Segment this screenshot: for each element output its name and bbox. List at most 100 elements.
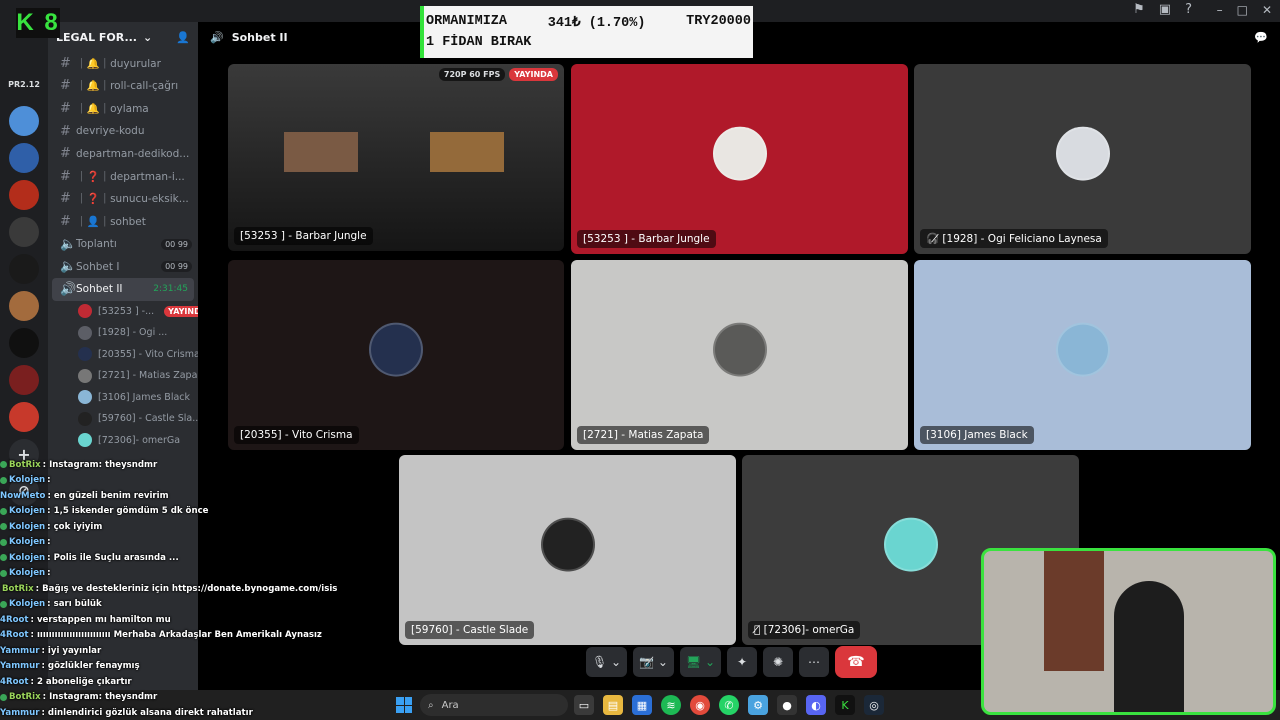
participant-tile[interactable]: 🎧̸ [1928] - Ogi Feliciano Laynesa	[914, 64, 1251, 254]
discord-icon[interactable]: ◐	[806, 695, 826, 715]
flag-icon[interactable]: ⚑	[1133, 2, 1145, 17]
server-icon[interactable]	[9, 328, 39, 358]
voice-channel[interactable]: 🔈 Sohbet I 00 99	[48, 255, 198, 278]
chat-user: Kolojen	[9, 521, 46, 532]
chat-text: : Instagram: theysndmr	[42, 459, 158, 470]
chat-text: : gözlükler fenaymış	[41, 661, 140, 672]
channel-item[interactable]: # ｜👤｜sohbet	[48, 210, 198, 233]
speaker-icon: 🔈	[60, 236, 77, 252]
more-options-button[interactable]: ⋯	[799, 647, 830, 677]
badge-icon	[0, 569, 7, 577]
file-explorer-icon[interactable]: ▤	[603, 695, 623, 715]
channel-item[interactable]: # ｜❓｜departman-i...	[48, 165, 198, 188]
server-icon[interactable]	[9, 106, 39, 136]
voice-member[interactable]: [3106] James Black	[48, 387, 198, 409]
taskbar-apps: ▭ ▤ ▦ ≋ ◉ ✆ ⚙ ● ◐ K ◎	[574, 695, 884, 715]
avatar	[78, 390, 92, 405]
chat-user: BotRix	[9, 459, 41, 470]
chat-user: BotRix	[9, 692, 41, 703]
store-icon[interactable]: ▦	[632, 695, 652, 715]
badge-icon	[0, 693, 7, 701]
user-count-badge: 00 99	[161, 261, 192, 273]
hash-icon: #	[60, 213, 71, 229]
channel-item[interactable]: # ｜🔔｜oylama	[48, 97, 198, 120]
channel-item[interactable]: # departman-dedikod...	[48, 142, 198, 165]
voice-member[interactable]: [53253 ] -... YAYINDA	[48, 301, 198, 323]
task-view-icon[interactable]: ▭	[574, 695, 594, 715]
server-icon[interactable]	[9, 254, 39, 284]
chat-message: Kolojen:	[0, 535, 290, 551]
server-icon[interactable]	[9, 217, 39, 247]
close-button[interactable]: ✕	[1262, 3, 1272, 17]
chat-user: 4Root	[0, 676, 29, 687]
channel-label: ｜🔔｜duyurular	[76, 57, 161, 70]
voice-channel-active[interactable]: 🔊 Sohbet II 2:31:45	[52, 277, 194, 301]
stream-tile[interactable]: 720P 60 FPS YAYINDA [53253 ] - Barbar Ju…	[228, 64, 564, 251]
chat-message: 4Root: verstappen mı hamilton mu	[0, 612, 290, 628]
chat-text: : ııııııııııııııııııııııııı Merhaba Arka…	[30, 630, 322, 641]
obs-icon[interactable]: ●	[777, 695, 797, 715]
avatar	[1055, 126, 1110, 181]
camera-off-button[interactable]: 📷̸ ⌄	[633, 647, 674, 677]
avatar	[78, 304, 92, 319]
spotify-icon[interactable]: ≋	[661, 695, 681, 715]
participant-tile[interactable]: [3106] James Black	[914, 260, 1251, 450]
disconnect-button[interactable]: ☎	[835, 646, 878, 678]
channel-item[interactable]: # ｜🔔｜roll-call-çağrı	[48, 75, 198, 98]
server-icon[interactable]	[9, 402, 39, 432]
server-icon[interactable]	[9, 180, 39, 210]
server-icon[interactable]	[9, 143, 39, 173]
server-label-pr[interactable]: PR2.12	[8, 69, 40, 99]
windows-start-icon[interactable]	[396, 697, 412, 713]
settings-icon[interactable]: ⚙	[748, 695, 768, 715]
chat-bubble-icon[interactable]: 💬	[1254, 31, 1268, 44]
chat-message: Kolojen: sarı bülük	[0, 597, 290, 613]
participant-name: 🎧̸ [1928] - Ogi Feliciano Laynesa	[920, 229, 1108, 248]
participant-tile[interactable]: [53253 ] - Barbar Jungle	[571, 64, 908, 254]
chat-text: : 1,5 iskender gömdüm 5 dk önce	[47, 506, 209, 517]
steam-icon[interactable]: ◎	[864, 695, 884, 715]
screen-share-button[interactable]: 🖥 ⌄	[679, 647, 722, 677]
server-icon[interactable]	[9, 291, 39, 321]
guild-header[interactable]: LEGAL FOR... ⌄ 👤	[48, 22, 198, 52]
chat-text: : Bağış ve destekleriniz için https://do…	[35, 583, 338, 594]
participant-name: [3106] James Black	[920, 426, 1034, 444]
chat-user: BotRix	[2, 583, 34, 594]
chat-text: : çok iyiyim	[47, 521, 103, 532]
server-icon[interactable]	[9, 365, 39, 395]
channel-item[interactable]: # ｜🔔｜duyurular	[48, 52, 198, 75]
whatsapp-icon[interactable]: ✆	[719, 695, 739, 715]
taskbar-search[interactable]: ⌕ Ara	[420, 694, 568, 716]
voice-member[interactable]: [59760] - Castle Sla...	[48, 408, 198, 430]
badge-icon	[0, 538, 7, 546]
channel-item[interactable]: # ｜❓｜sunucu-eksik...	[48, 188, 198, 211]
inbox-icon[interactable]: ▣	[1159, 2, 1171, 17]
voice-member[interactable]: [20355] - Vito Crisma	[48, 344, 198, 366]
avatar	[1055, 322, 1110, 377]
chat-message: Kolojen: Polis ile Suçlu arasında ...	[0, 550, 290, 566]
add-member-icon[interactable]: 👤	[176, 31, 190, 44]
voice-member[interactable]: [2721] - Matias Zapa...	[48, 365, 198, 387]
maximize-button[interactable]: □	[1237, 3, 1248, 17]
participant-tile[interactable]: [20355] - Vito Crisma	[228, 260, 564, 450]
chat-user: Yammur	[0, 661, 40, 672]
chat-user: Yammur	[0, 645, 40, 656]
participant-tile[interactable]: [2721] - Matias Zapata	[571, 260, 908, 450]
chat-user: Kolojen	[9, 475, 46, 486]
hash-icon: #	[60, 191, 71, 207]
channel-item[interactable]: # devriye-kodu	[48, 120, 198, 143]
help-icon[interactable]: ?	[1185, 2, 1192, 17]
activities-button[interactable]: ✦	[727, 647, 758, 677]
voice-member[interactable]: [1928] - Ogi ...	[48, 322, 198, 344]
chat-text: : Instagram: theysndmr	[42, 692, 158, 703]
chrome-icon[interactable]: ◉	[690, 695, 710, 715]
voice-channel[interactable]: 🔈 Toplantı 00 99	[48, 233, 198, 256]
chat-message: NowMeto: en güzeli benim revirim	[0, 488, 290, 504]
microphone-button[interactable]: 🎙 ⌄	[586, 647, 628, 677]
voice-member[interactable]: [72306]- omerGa	[48, 430, 198, 452]
window-controls: – □ ✕	[1217, 3, 1272, 17]
minimize-button[interactable]: –	[1217, 3, 1223, 17]
kick-icon[interactable]: K	[835, 695, 855, 715]
participant-tile[interactable]: [59760] - Castle Slade	[399, 455, 736, 645]
soundboard-button[interactable]: ✺	[763, 647, 794, 677]
